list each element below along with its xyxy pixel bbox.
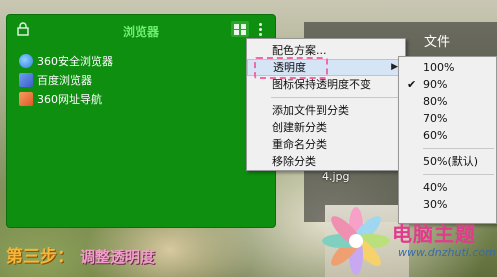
step-description: 调整透明度 [80, 248, 156, 266]
transparency-submenu: 100% ✔ 90% 80% 70% 60% 50%(默认) 40% 30% [398, 56, 497, 224]
watermark-url: www.dnzhuti.com [398, 246, 496, 259]
file-fence-title: 文件 [424, 35, 451, 50]
menu-item-create-category[interactable]: 创建新分类 [247, 119, 405, 136]
fence-item-label: 360安全浏览器 [37, 54, 113, 68]
more-options-icon[interactable] [255, 21, 267, 37]
layout-grid-icon[interactable] [231, 21, 249, 37]
submenu-arrow-icon: ▶ [391, 62, 398, 72]
menu-separator [423, 174, 494, 175]
opacity-option-100[interactable]: 100% [399, 59, 496, 76]
opacity-option-label: 90% [423, 78, 448, 91]
fence-item-360-nav[interactable]: 360网址导航 [19, 89, 113, 108]
step-caption: 第三步： 调整透明度 [6, 242, 155, 267]
fence-item-list: 360安全浏览器 百度浏览器 360网址导航 [19, 51, 113, 108]
opacity-option-70[interactable]: 70% [399, 110, 496, 127]
360-browser-icon [19, 53, 33, 68]
browser-fence[interactable]: 浏览器 360安全浏览器 百度浏览器 360网址导航 [6, 14, 276, 228]
360-nav-icon [19, 91, 33, 106]
opacity-option-50-default[interactable]: 50%(默认) [399, 153, 496, 170]
fence-item-label: 360网址导航 [37, 92, 102, 106]
opacity-option-40[interactable]: 40% [399, 179, 496, 196]
baidu-browser-icon [19, 72, 33, 87]
menu-separator [271, 97, 403, 98]
opacity-option-80[interactable]: 80% [399, 93, 496, 110]
checkmark-icon: ✔ [407, 78, 417, 91]
opacity-option-30[interactable]: 30% [399, 196, 496, 213]
menu-item-add-file[interactable]: 添加文件到分类 [247, 102, 405, 119]
fence-item-label: 百度浏览器 [37, 73, 92, 87]
file-name-label[interactable]: 4.jpg [322, 170, 350, 183]
fence-item-360-browser[interactable]: 360安全浏览器 [19, 51, 113, 70]
watermark-brand: 电脑主题 [392, 222, 476, 246]
annotation-highlight-box [254, 57, 328, 79]
menu-item-remove-category[interactable]: 移除分类 [247, 153, 405, 170]
menu-item-rename-category[interactable]: 重命名分类 [247, 136, 405, 153]
opacity-option-60[interactable]: 60% [399, 127, 496, 144]
step-number-label: 第三步： [6, 247, 74, 267]
menu-separator [423, 148, 494, 149]
flower-logo-icon [322, 207, 390, 275]
opacity-option-90[interactable]: ✔ 90% [399, 76, 496, 93]
fence-item-baidu-browser[interactable]: 百度浏览器 [19, 70, 113, 89]
